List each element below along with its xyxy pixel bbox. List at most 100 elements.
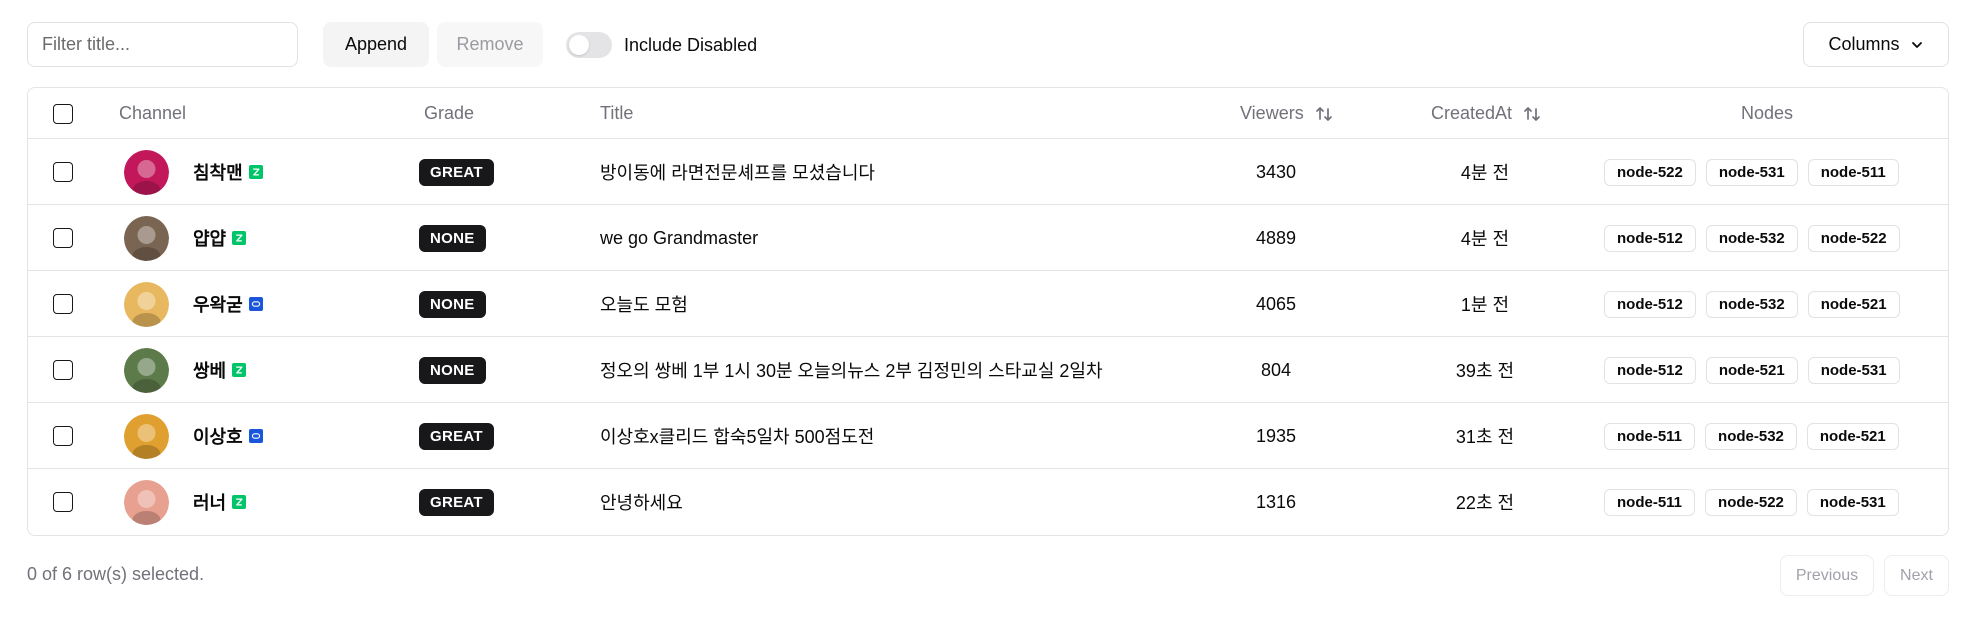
include-disabled-switch[interactable] xyxy=(566,32,612,58)
table-row[interactable]: 침착맨 GREAT 방이동에 라면전문셰프를 모셨습니다 3430 4분 전 node-5… xyxy=(28,139,1948,205)
header-grade: Grade xyxy=(424,103,475,123)
node-badge: node-532 xyxy=(1705,422,1797,450)
remove-button[interactable]: Remove xyxy=(437,22,543,67)
node-badge: node-512 xyxy=(1604,224,1696,252)
created-at-cell: 22초 전 xyxy=(1455,493,1515,513)
table-row[interactable]: 우왁굳 NONE 오늘도 모험 4065 1분 전 node-512 node-532 nod… xyxy=(28,271,1948,337)
append-button[interactable]: Append xyxy=(323,22,429,67)
soop-logo-icon xyxy=(248,429,263,443)
table-row[interactable]: 쌍베 NONE 정오의 쌍베 1부 1시 30분 오늘의뉴스 2부 김정민의 스타교… xyxy=(28,337,1948,403)
previous-page-button[interactable]: Previous xyxy=(1780,555,1874,596)
node-badge: node-521 xyxy=(1705,356,1798,384)
columns-button[interactable]: Columns xyxy=(1803,22,1949,67)
grade-badge: NONE xyxy=(419,290,486,318)
channel-cell[interactable]: 쌍베 xyxy=(124,337,247,403)
grade-badge: NONE xyxy=(419,356,486,384)
created-at-cell: 1분 전 xyxy=(1460,295,1510,315)
row-select-checkbox[interactable] xyxy=(53,360,73,380)
row-select-checkbox[interactable] xyxy=(53,492,73,512)
nodes-cell: node-512 node-532 node-522 xyxy=(1604,205,1900,271)
chzzk-logo-icon xyxy=(248,165,263,179)
table-header: Channel Grade Title Viewers CreatedAt No… xyxy=(28,88,1948,139)
grade-badge: NONE xyxy=(419,224,486,252)
include-disabled-label: Include Disabled xyxy=(624,34,758,55)
node-badge: node-522 xyxy=(1604,158,1696,186)
row-select-cell xyxy=(53,403,73,469)
table-row[interactable]: 얍얍 NONE we go Grandmaster 4889 4분 전 node-512 n… xyxy=(28,205,1948,271)
title-cell: 정오의 쌍베 1부 1시 30분 오늘의뉴스 2부 김정민의 스타교실 2일차 xyxy=(600,337,1103,403)
stream-title: we go Grandmaster xyxy=(600,227,759,248)
channel-cell[interactable]: 우왁굳 xyxy=(124,271,263,337)
chevron-down-icon xyxy=(1911,41,1922,48)
soop-logo-icon xyxy=(248,297,263,311)
channel-name: 침착맨 xyxy=(193,163,243,183)
grade-badge: GREAT xyxy=(419,488,494,516)
node-badge: node-511 xyxy=(1604,488,1696,516)
node-badge: node-531 xyxy=(1807,356,1900,384)
channel-name: 러너 xyxy=(193,493,227,513)
row-select-cell xyxy=(53,271,73,337)
header-title: Title xyxy=(600,103,634,123)
channel-cell[interactable]: 얍얍 xyxy=(124,205,247,271)
grade-cell: GREAT xyxy=(419,139,494,205)
node-badge: node-521 xyxy=(1807,290,1900,318)
viewers-cell: 4889 xyxy=(1255,227,1297,248)
channel-name: 이상호 xyxy=(193,427,243,447)
row-select-checkbox[interactable] xyxy=(53,426,73,446)
header-nodes: Nodes xyxy=(1741,103,1794,123)
header-createdat-sort[interactable]: CreatedAt xyxy=(1431,88,1542,139)
viewers-cell: 3430 xyxy=(1255,161,1297,182)
channel-avatar xyxy=(124,479,169,525)
node-badge: node-532 xyxy=(1705,224,1798,252)
grade-badge: GREAT xyxy=(419,422,494,450)
node-badge: node-512 xyxy=(1604,290,1696,318)
title-cell: 안녕하세요 xyxy=(600,469,683,535)
node-badge: node-512 xyxy=(1604,356,1696,384)
created-at-cell: 31초 전 xyxy=(1455,427,1515,447)
filter-title-input[interactable] xyxy=(27,22,298,67)
nodes-cell: node-511 node-522 node-531 xyxy=(1604,469,1899,535)
grade-cell: GREAT xyxy=(419,403,494,469)
created-at-cell: 4분 전 xyxy=(1460,229,1510,249)
columns-label: Columns xyxy=(1828,34,1900,54)
row-select-checkbox[interactable] xyxy=(53,228,73,248)
created-at-cell: 39초 전 xyxy=(1455,361,1515,381)
channel-cell[interactable]: 침착맨 xyxy=(124,139,263,205)
node-badge: node-521 xyxy=(1806,422,1899,450)
grade-badge: GREAT xyxy=(419,158,494,186)
title-cell: 오늘도 모험 xyxy=(600,271,688,337)
viewers-cell: 4065 xyxy=(1255,293,1297,314)
grade-cell: NONE xyxy=(419,205,486,271)
node-list: node-512 node-532 node-521 xyxy=(1604,290,1900,318)
stream-title: 안녕하세요 xyxy=(600,493,683,513)
channel-avatar xyxy=(124,347,169,393)
row-select-cell xyxy=(53,139,73,205)
viewers-cell: 804 xyxy=(1260,359,1292,380)
node-badge: node-531 xyxy=(1705,158,1798,186)
node-list: node-512 node-532 node-522 xyxy=(1604,224,1900,252)
next-page-button[interactable]: Next xyxy=(1884,555,1949,596)
channel-cell[interactable]: 러너 xyxy=(124,469,247,535)
grade-cell: GREAT xyxy=(419,469,494,535)
table-row[interactable]: 러너 GREAT 안녕하세요 1316 22초 전 node-511 node-522 nod… xyxy=(28,469,1948,535)
nodes-cell: node-512 node-521 node-531 xyxy=(1604,337,1900,403)
row-select-cell xyxy=(53,469,73,535)
stream-title: 이상호x클리드 합숙5일차 500점도전 xyxy=(600,427,875,447)
header-createdat-label: CreatedAt xyxy=(1431,103,1513,123)
sort-arrows-icon xyxy=(1524,106,1540,121)
include-disabled-toggle-group: Include Disabled xyxy=(566,32,757,58)
node-list: node-511 node-532 node-521 xyxy=(1604,422,1899,450)
select-all-checkbox[interactable] xyxy=(53,103,73,124)
node-badge: node-532 xyxy=(1705,290,1798,318)
node-list: node-522 node-531 node-511 xyxy=(1604,158,1899,186)
row-select-checkbox[interactable] xyxy=(53,294,73,314)
viewers-cell: 1316 xyxy=(1255,491,1297,512)
channel-cell[interactable]: 이상호 xyxy=(124,403,263,469)
table-row[interactable]: 이상호 GREAT 이상호x클리드 합숙5일차 500점도전 1935 31초 전 nod… xyxy=(28,403,1948,469)
node-list: node-511 node-522 node-531 xyxy=(1604,488,1899,516)
row-select-cell xyxy=(53,337,73,403)
chzzk-logo-icon xyxy=(232,231,247,245)
nodes-cell: node-512 node-532 node-521 xyxy=(1604,271,1900,337)
header-viewers-sort[interactable]: Viewers xyxy=(1240,88,1334,139)
row-select-checkbox[interactable] xyxy=(53,162,73,182)
